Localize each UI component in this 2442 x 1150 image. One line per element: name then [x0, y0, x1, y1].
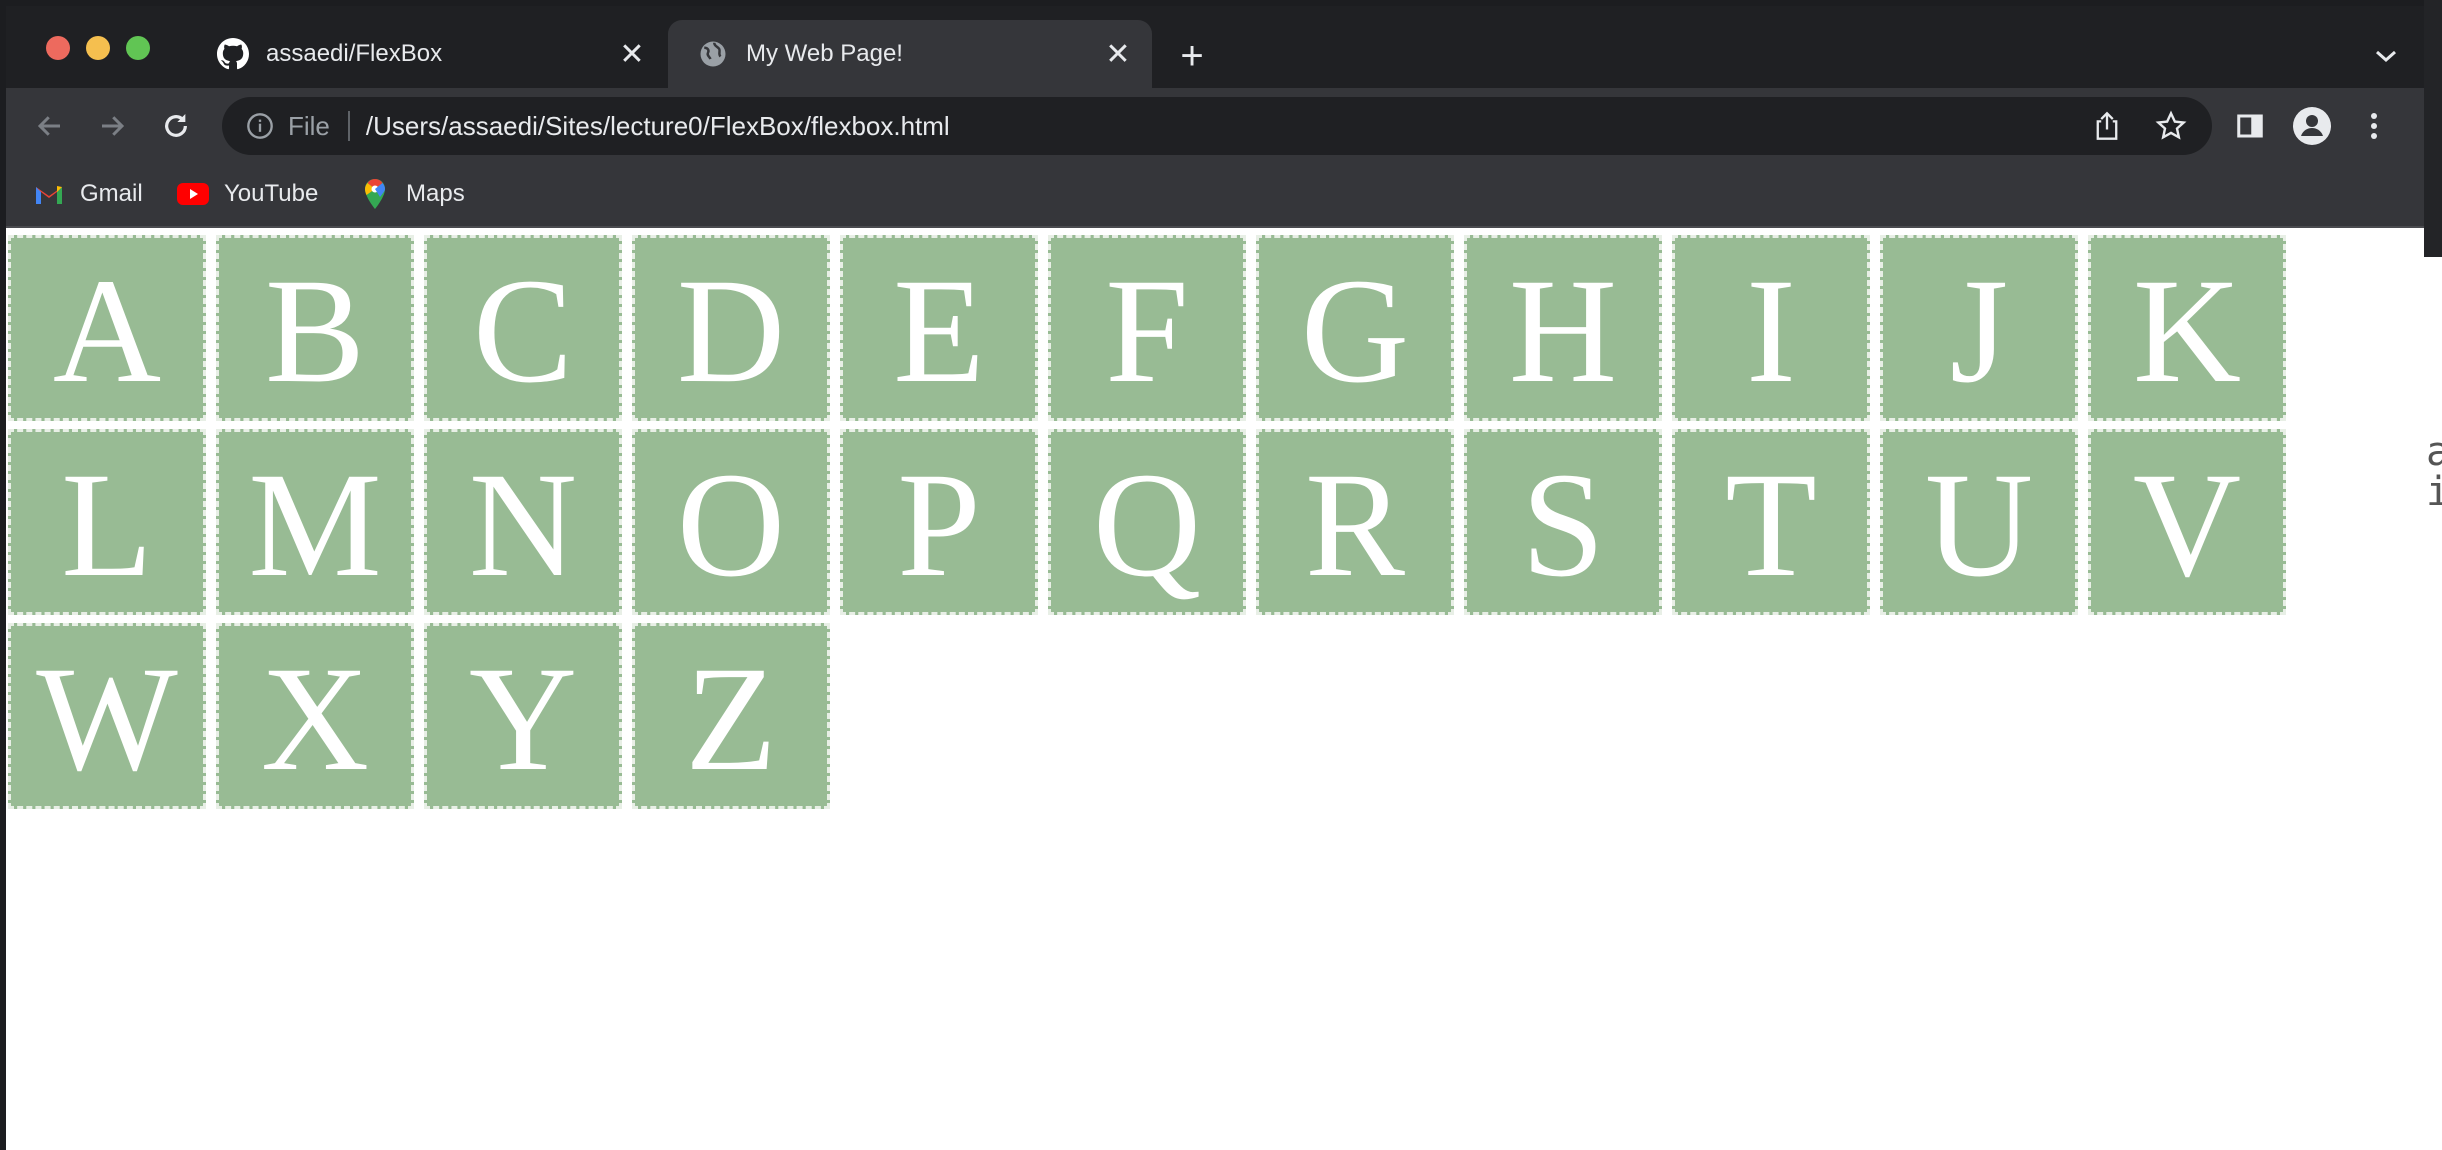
- letter-box: I: [1672, 235, 1870, 421]
- letter-box: X: [216, 623, 414, 809]
- bookmark-youtube[interactable]: YouTube: [176, 176, 318, 212]
- letter-box: D: [632, 235, 830, 421]
- letter-box: M: [216, 429, 414, 615]
- bookmark-label: Maps: [406, 180, 465, 207]
- letter-box: A: [8, 235, 206, 421]
- tab-strip: assaedi/FlexBox ✕ My Web Page! ✕ +: [6, 6, 2424, 88]
- letter-box: L: [8, 429, 206, 615]
- letter-box: G: [1256, 235, 1454, 421]
- tab-github-flexbox[interactable]: assaedi/FlexBox ✕: [196, 20, 666, 88]
- close-window-button[interactable]: [46, 36, 70, 60]
- browser-window: assaedi/FlexBox ✕ My Web Page! ✕ + File …: [6, 6, 2424, 1150]
- letter-box: T: [1672, 429, 1870, 615]
- reload-icon[interactable]: [152, 102, 200, 150]
- close-tab-icon[interactable]: ✕: [1098, 34, 1138, 74]
- background-window-dark-strip: [2424, 0, 2442, 257]
- letter-box: N: [424, 429, 622, 615]
- letter-box: E: [840, 235, 1038, 421]
- new-tab-plus-icon[interactable]: +: [1172, 36, 1212, 76]
- letter-box: S: [1464, 429, 1662, 615]
- bookmark-label: YouTube: [224, 180, 319, 207]
- letter-box: Z: [632, 623, 830, 809]
- share-icon[interactable]: [2084, 103, 2130, 149]
- close-tab-icon[interactable]: ✕: [612, 34, 652, 74]
- letter-box: J: [1880, 235, 2078, 421]
- tab-title: assaedi/FlexBox: [266, 40, 443, 67]
- maximize-window-button[interactable]: [126, 36, 150, 60]
- bookmark-label: Gmail: [80, 180, 143, 207]
- letter-box: Q: [1048, 429, 1246, 615]
- tab-my-web-page[interactable]: My Web Page! ✕: [668, 20, 1152, 88]
- letter-box: B: [216, 235, 414, 421]
- letter-box: O: [632, 429, 830, 615]
- bookmark-gmail[interactable]: Gmail: [32, 176, 143, 212]
- scheme-label: File: [288, 110, 330, 141]
- letter-box: F: [1048, 235, 1246, 421]
- letter-box: W: [8, 623, 206, 809]
- forward-arrow-icon[interactable]: [88, 102, 136, 150]
- letter-box: P: [840, 429, 1038, 615]
- background-window-edge: ai: [2424, 0, 2442, 1150]
- screen: ai assaedi/FlexBox ✕ My Web Page! ✕ + Fi…: [0, 0, 2442, 1150]
- maps-icon: [358, 179, 392, 209]
- background-window-text: ai: [2426, 429, 2442, 515]
- letter-box: R: [1256, 429, 1454, 615]
- minimize-window-button[interactable]: [86, 36, 110, 60]
- letter-box: C: [424, 235, 622, 421]
- bookmark-star-icon[interactable]: [2148, 103, 2194, 149]
- letter-box: Y: [424, 623, 622, 809]
- globe-icon: [696, 37, 730, 71]
- letter-flex-container: ABCDEFGHIJK LMNOPQRSTUV WXYZ: [8, 235, 2298, 817]
- tab-title: My Web Page!: [746, 40, 903, 67]
- side-panel-icon[interactable]: [2226, 102, 2274, 150]
- gmail-icon: [32, 179, 66, 209]
- back-arrow-icon[interactable]: [26, 102, 74, 150]
- letter-box: U: [1880, 429, 2078, 615]
- bookmark-maps[interactable]: Maps: [358, 176, 465, 212]
- url-text[interactable]: /Users/assaedi/Sites/lecture0/FlexBox/fl…: [366, 111, 2084, 142]
- page-content: ABCDEFGHIJK LMNOPQRSTUV WXYZ: [6, 228, 2424, 1150]
- browser-toolbar: File /Users/assaedi/Sites/lecture0/FlexB…: [6, 88, 2424, 164]
- more-menu-icon[interactable]: [2350, 102, 2398, 150]
- profile-avatar-icon[interactable]: [2288, 102, 2336, 150]
- address-bar[interactable]: File /Users/assaedi/Sites/lecture0/FlexB…: [222, 97, 2212, 155]
- youtube-icon: [176, 179, 210, 209]
- tab-search-chevron-icon[interactable]: [2366, 36, 2406, 76]
- address-divider: [347, 111, 350, 141]
- bookmarks-bar: Gmail YouTube Maps: [6, 164, 2424, 228]
- letter-box: H: [1464, 235, 1662, 421]
- letter-box: V: [2088, 429, 2286, 615]
- info-icon[interactable]: [244, 110, 276, 142]
- github-icon: [216, 37, 250, 71]
- letter-box: K: [2088, 235, 2286, 421]
